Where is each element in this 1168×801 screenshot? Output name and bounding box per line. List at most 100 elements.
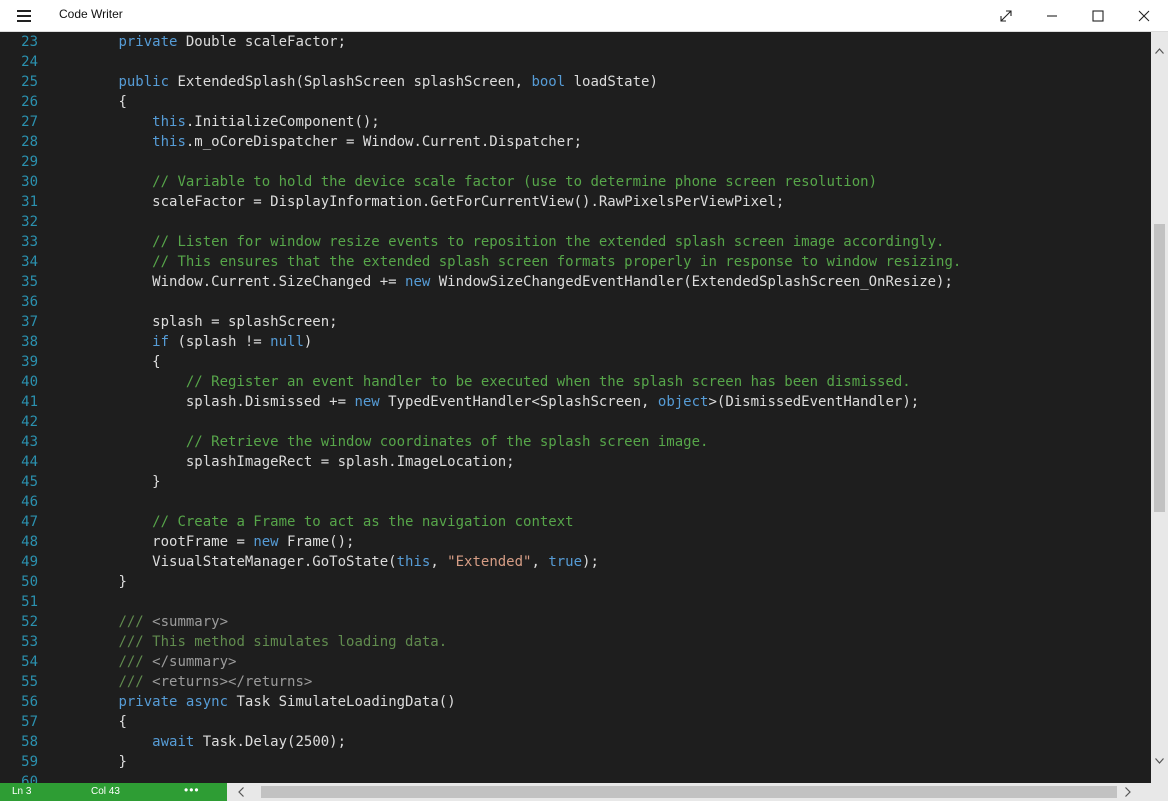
column-indicator: Col 43 — [91, 786, 120, 797]
code-text: } — [118, 754, 127, 770]
horizontal-scroll-thumb[interactable] — [261, 786, 1117, 798]
code-text: >(DismissedEventHandler); — [708, 394, 920, 410]
code-keyword: new — [405, 274, 431, 290]
code-text: rootFrame = — [152, 534, 254, 550]
code-content[interactable]: } — [51, 752, 127, 772]
code-content[interactable]: { — [51, 352, 161, 372]
code-keyword: new — [253, 534, 279, 550]
code-content[interactable]: /// </summary> — [51, 652, 236, 672]
code-content[interactable]: rootFrame = new Frame(); — [51, 532, 354, 552]
fullscreen-button[interactable] — [983, 0, 1029, 31]
code-content[interactable]: } — [51, 472, 160, 492]
line-number: 54 — [21, 654, 38, 670]
code-text: splash.Dismissed += — [185, 394, 355, 410]
horizontal-scrollbar[interactable] — [227, 783, 1151, 801]
vertical-scrollbar[interactable] — [1151, 32, 1168, 783]
status-panel: Ln 3 Col 43 ••• — [0, 783, 227, 801]
code-content[interactable]: } — [51, 572, 126, 592]
code-doc-tag: <summary> — [152, 614, 229, 630]
code-text: VisualStateManager.GoToState( — [152, 554, 397, 570]
line-number: 55 — [21, 674, 38, 690]
code-keyword: async — [185, 694, 229, 710]
vertical-scroll-thumb[interactable] — [1154, 224, 1165, 512]
line-number: 38 — [21, 334, 38, 350]
code-keyword: object — [657, 394, 709, 410]
line-number: 51 — [21, 594, 38, 610]
code-comment: // Retrieve the window coordinates of th… — [185, 434, 709, 450]
line-number: 58 — [21, 734, 38, 750]
status-bar: Ln 3 Col 43 ••• — [0, 783, 1168, 801]
code-doc-tag: <returns></returns> — [152, 674, 313, 690]
more-options-icon[interactable]: ••• — [184, 783, 200, 797]
code-content[interactable]: this.InitializeComponent(); — [51, 112, 380, 132]
code-comment: // Variable to hold the device scale fac… — [152, 174, 878, 190]
code-keyword: await — [152, 734, 195, 750]
line-indicator: Ln 3 — [12, 786, 32, 797]
code-content[interactable]: /// This method simulates loading data. — [51, 632, 447, 652]
scroll-up-icon[interactable] — [1155, 48, 1164, 54]
code-content[interactable]: splash = splashScreen; — [51, 312, 337, 332]
code-content[interactable]: Window.Current.SizeChanged += new Window… — [51, 272, 953, 292]
code-doc-comment: /// — [118, 674, 153, 690]
code-text: scaleFactor = DisplayInformation.GetForC… — [152, 194, 785, 210]
code-content[interactable]: /// <summary> — [51, 612, 228, 632]
line-number: 27 — [21, 114, 38, 130]
code-content[interactable]: // Variable to hold the device scale fac… — [51, 172, 877, 192]
code-text: Task.Delay(2500); — [194, 734, 347, 750]
hamburger-icon[interactable] — [8, 0, 40, 31]
maximize-button[interactable] — [1075, 0, 1121, 31]
scroll-right-icon[interactable] — [1125, 787, 1131, 797]
code-keyword: this — [396, 554, 431, 570]
code-content[interactable]: splashImageRect = splash.ImageLocation; — [51, 452, 515, 472]
expand-diagonal-icon — [1000, 10, 1012, 22]
code-content[interactable]: // Retrieve the window coordinates of th… — [51, 432, 709, 452]
line-number: 35 — [21, 274, 38, 290]
code-text: loadState) — [565, 74, 658, 90]
line-number: 40 — [21, 374, 38, 390]
code-content[interactable]: if (splash != null) — [51, 332, 312, 352]
code-doc-comment: /// — [118, 654, 153, 670]
code-editor[interactable]: 23 private Double scaleFactor; 24 25 publi… — [0, 32, 1151, 783]
code-content[interactable]: splash.Dismissed += new TypedEventHandle… — [51, 392, 919, 412]
line-number: 30 — [21, 174, 38, 190]
code-text: Window.Current.SizeChanged += — [152, 274, 406, 290]
line-number: 39 — [21, 354, 38, 370]
code-content[interactable]: // Create a Frame to act as the navigati… — [51, 512, 574, 532]
code-text: ExtendedSplash(SplashScreen splashScreen… — [169, 74, 532, 90]
code-content[interactable]: await Task.Delay(2500); — [51, 732, 346, 752]
scroll-left-icon[interactable] — [238, 787, 244, 797]
code-text: { — [118, 94, 127, 110]
code-content[interactable]: // Register an event handler to be execu… — [51, 372, 911, 392]
minimize-button[interactable] — [1029, 0, 1075, 31]
code-text: , — [531, 554, 549, 570]
line-number: 59 — [21, 754, 38, 770]
code-text: { — [152, 354, 161, 370]
code-comment: // Create a Frame to act as the navigati… — [152, 514, 574, 530]
line-number: 36 — [21, 294, 38, 310]
code-content[interactable]: /// <returns></returns> — [51, 672, 312, 692]
line-number: 26 — [21, 94, 38, 110]
code-content[interactable]: { — [51, 92, 127, 112]
maximize-icon — [1092, 10, 1104, 22]
code-content[interactable]: public ExtendedSplash(SplashScreen splas… — [51, 72, 658, 92]
close-button[interactable] — [1121, 0, 1167, 31]
scrollbar-corner — [1151, 783, 1168, 801]
code-text: .m_oCoreDispatcher = Window.Current.Disp… — [185, 134, 583, 150]
code-content[interactable]: { — [51, 712, 127, 732]
code-content[interactable]: private Double scaleFactor; — [51, 32, 346, 52]
code-content[interactable]: VisualStateManager.GoToState(this, "Exte… — [51, 552, 599, 572]
code-content[interactable]: scaleFactor = DisplayInformation.GetForC… — [51, 192, 784, 212]
code-text: { — [118, 714, 127, 730]
line-number: 32 — [21, 214, 38, 230]
code-text: Frame(); — [278, 534, 355, 550]
line-number: 33 — [21, 234, 38, 250]
line-number: 28 — [21, 134, 38, 150]
code-text: ); — [582, 554, 599, 570]
code-content[interactable]: private async Task SimulateLoadingData() — [51, 692, 455, 712]
code-content[interactable]: this.m_oCoreDispatcher = Window.Current.… — [51, 132, 582, 152]
code-content[interactable]: // Listen for window resize events to re… — [51, 232, 944, 252]
close-icon — [1138, 10, 1150, 22]
code-content[interactable]: // This ensures that the extended splash… — [51, 252, 961, 272]
scroll-down-icon[interactable] — [1155, 758, 1164, 764]
